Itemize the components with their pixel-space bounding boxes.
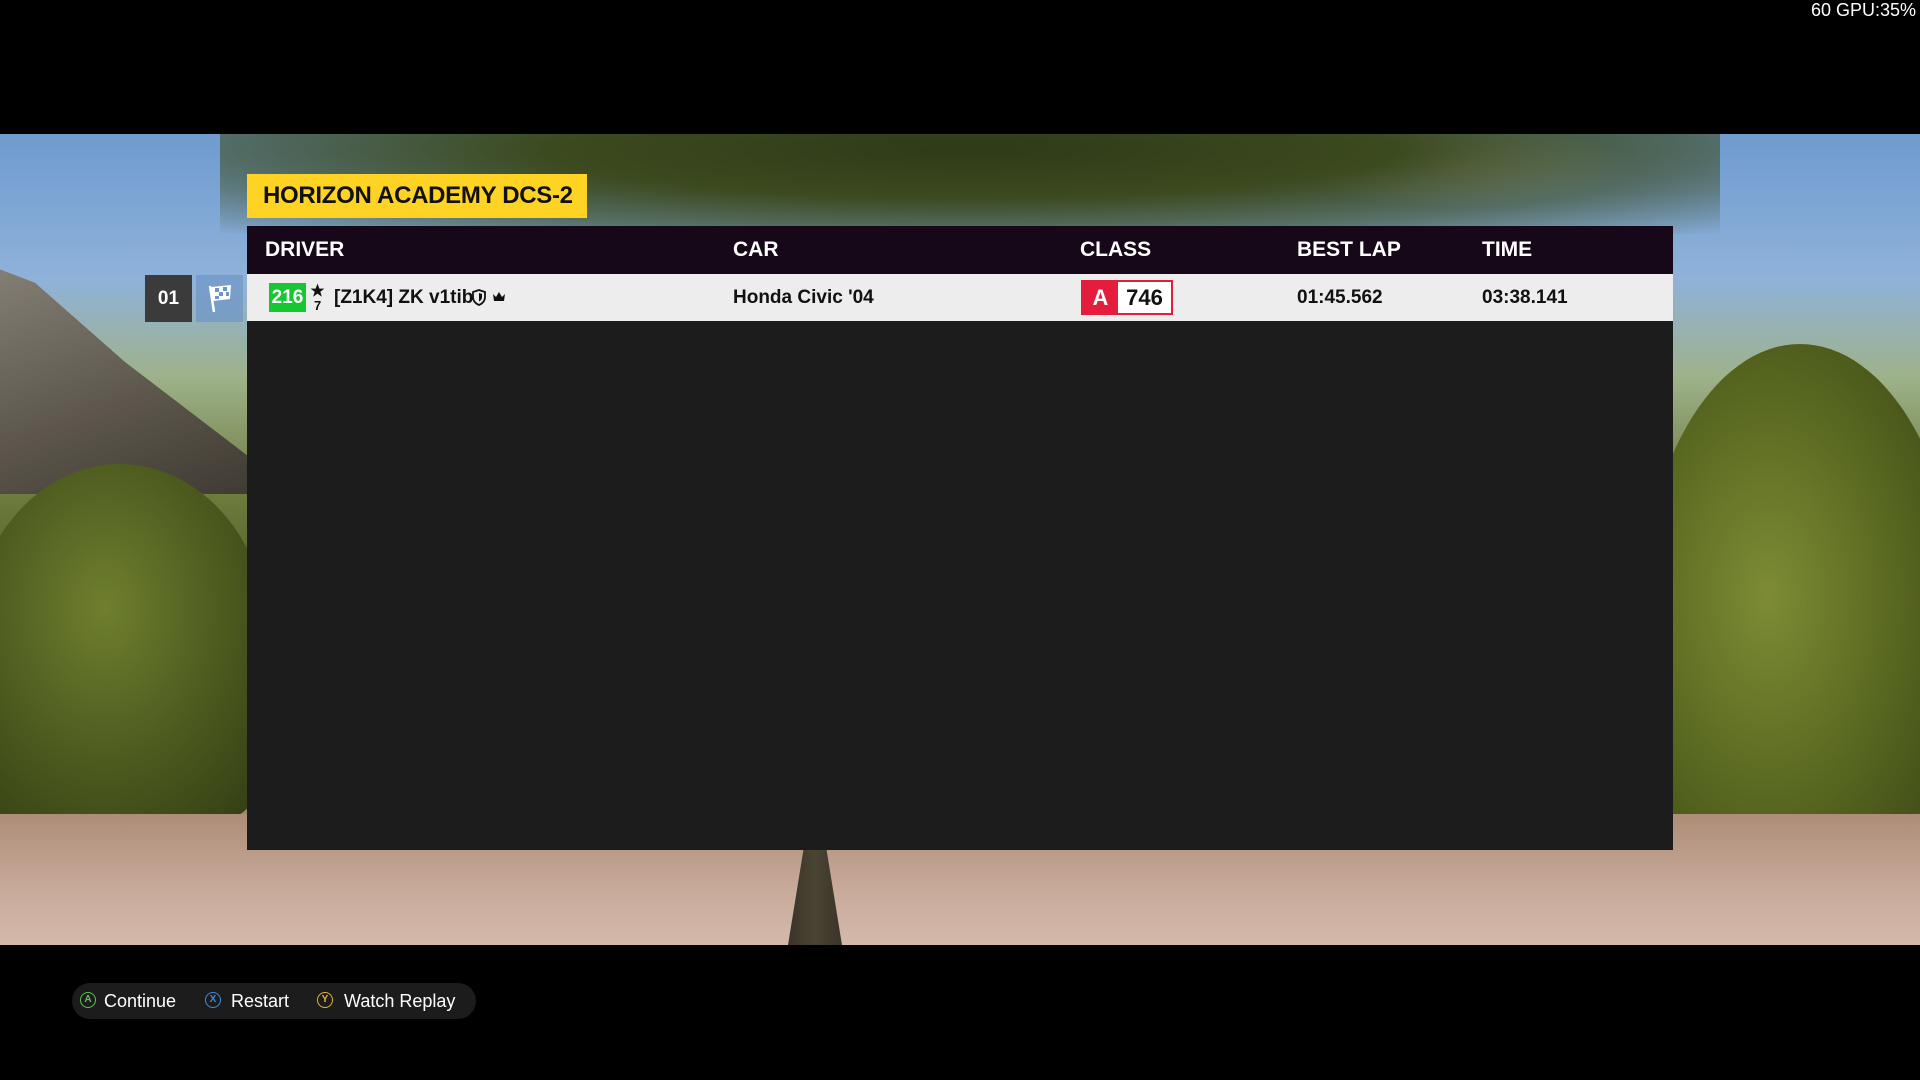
header-time: TIME	[1482, 238, 1533, 261]
continue-button[interactable]: Continue	[104, 983, 176, 1019]
class-pi-value: 746	[1126, 285, 1163, 310]
total-time: 03:38.141	[1482, 287, 1568, 308]
star-icon	[310, 283, 325, 297]
crown-icon	[493, 292, 505, 301]
header-class: CLASS	[1080, 238, 1152, 261]
driver-name: [Z1K4] ZK v1tib	[334, 287, 474, 308]
class-rating-badge: A 746	[1081, 280, 1173, 315]
table-row[interactable]: 216 7 [Z1K4] ZK v1tib Honda Civic '04 A …	[247, 274, 1673, 321]
driver-level-badge: 216	[269, 283, 306, 312]
x-button-icon: X	[205, 992, 221, 1008]
driver-rank-number: 7	[314, 298, 322, 313]
button-prompts-bar: A Continue X Restart Y Watch Replay	[72, 983, 476, 1019]
y-button-icon: Y	[317, 992, 333, 1008]
checkered-flag-icon	[208, 285, 231, 313]
performance-overlay: 60 GPU:35%	[1810, 0, 1916, 20]
header-car: CAR	[733, 238, 779, 261]
position-badge: 01	[145, 275, 192, 322]
shield-icon	[472, 289, 486, 306]
driver-rank: 7	[309, 281, 327, 315]
best-lap-time: 01:45.562	[1297, 287, 1383, 308]
results-header: DRIVER CAR CLASS BEST LAP TIME	[247, 226, 1673, 274]
results-table: DRIVER CAR CLASS BEST LAP TIME 216 7 [Z1…	[247, 226, 1673, 850]
car-name: Honda Civic '04	[733, 287, 874, 308]
header-best-lap: BEST LAP	[1297, 238, 1401, 261]
a-button-icon: A	[80, 992, 96, 1008]
background-bush-left	[0, 464, 270, 824]
class-letter: A	[1083, 282, 1118, 313]
event-title: HORIZON ACADEMY DCS-2	[247, 174, 587, 218]
restart-button[interactable]: Restart	[231, 983, 289, 1019]
finish-flag-badge	[196, 275, 243, 322]
header-driver: DRIVER	[265, 238, 345, 261]
watch-replay-button[interactable]: Watch Replay	[344, 983, 455, 1019]
